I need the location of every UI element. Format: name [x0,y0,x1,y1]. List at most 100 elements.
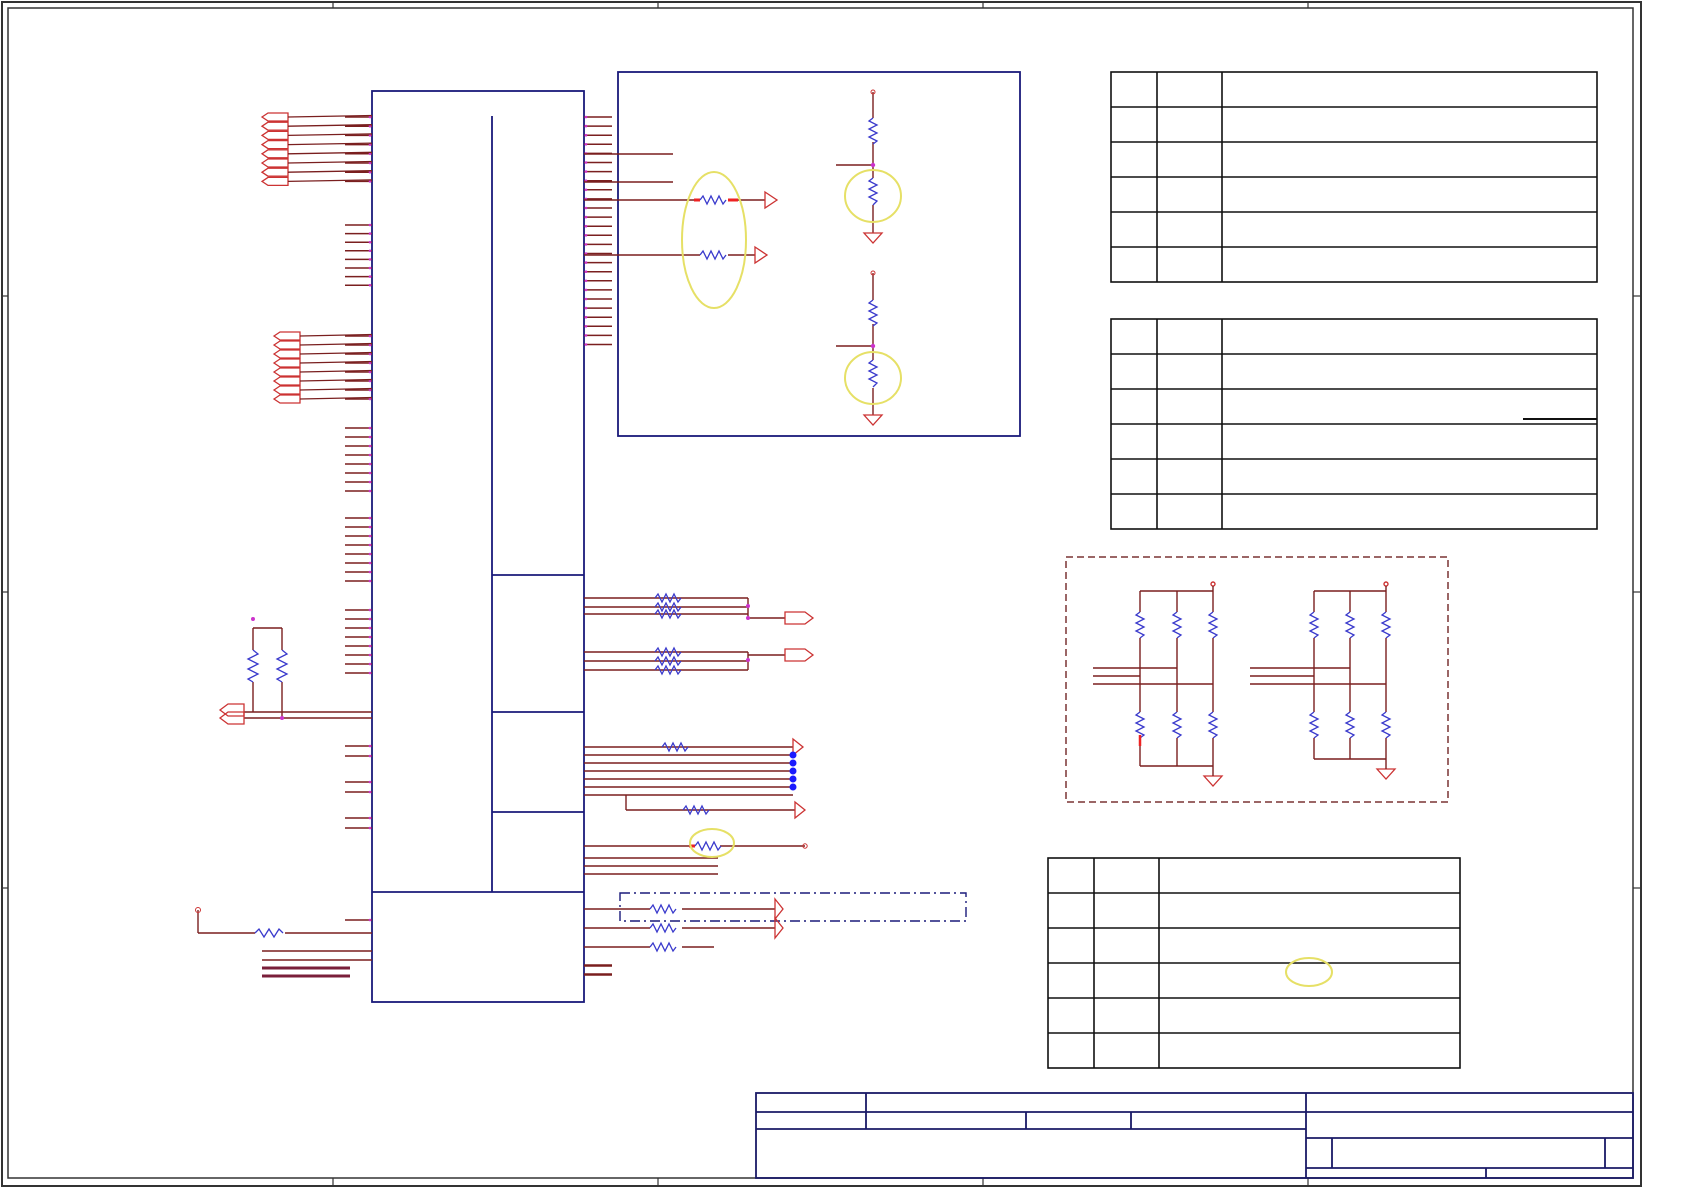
pin-dot [368,471,372,475]
bottom-signal-nets [584,892,967,975]
resistor-network-box [1065,556,1449,803]
offpage-connector [260,139,289,150]
pin-dot [368,534,372,538]
offpage-connector [260,158,289,168]
pin-dot [584,115,588,119]
pin-dot [584,170,588,173]
resistor [1308,711,1320,739]
resistor [1171,711,1183,739]
pin-dot [368,543,372,547]
pin-dot [584,124,588,128]
pin-dot [368,266,372,270]
offpage-connector [272,331,301,341]
offpage-connector [272,358,301,368]
bus-junction-net [584,737,808,875]
pin-dot [368,283,372,287]
pin-dot [584,334,588,337]
pin-dot [584,143,588,146]
ground-symbol [1202,775,1224,787]
sheet-border [1,1,1642,1187]
left-resistor-pair [218,617,372,725]
pin-dot [584,325,588,328]
pin-dot [368,249,372,253]
offpage-connector [272,394,301,404]
pin-dot [584,188,588,192]
pin-dot [368,489,372,493]
pin-dot [584,206,588,210]
bottom-left-input-net [195,907,372,978]
resistor [1344,611,1356,639]
series-resistor-nets [584,592,815,676]
resistor [1344,711,1356,739]
schematic-sheet [1,1,1642,1187]
pin-dot [368,525,372,529]
pin-dot [368,453,372,457]
main-ic-symbol [371,90,585,1003]
pin-dot [368,790,372,794]
pin-dot [368,444,372,448]
pin-dot [368,826,372,830]
pin-dot [368,258,372,261]
pin-dot [368,462,372,466]
pin-dot [584,279,588,283]
pin-dot [368,754,372,758]
pin-dot [368,570,372,574]
pin-dot [584,288,588,292]
pin-dot [368,579,372,583]
pin-dot [584,343,588,346]
pin-dot [368,561,372,565]
title-block [755,1092,1634,1179]
resistor [1380,711,1392,739]
pin-dot [584,243,588,246]
pin-dot [368,662,372,666]
resistor [1207,711,1219,739]
offpage-connector [260,121,289,131]
resistor [1171,611,1183,639]
revision-tables [1047,71,1598,1069]
offpage-connector [260,167,289,177]
pin-dot [584,297,588,301]
pin-dot [368,223,372,227]
pin-dot [368,653,372,657]
pin-dot [368,918,372,922]
offpage-connectors-group-1 [260,112,373,187]
pin-dot [368,480,372,484]
pin-dot [368,671,372,675]
pin-dot [584,315,588,319]
pin-dot [368,435,372,439]
pin-dot [584,270,588,274]
pin-dot [584,224,588,228]
resistor [1134,711,1146,739]
pullup-resistor-box [584,71,1021,437]
pin-dot [1383,581,1389,587]
pin-dot [368,240,372,244]
pin-dot [584,234,588,237]
pin-dot [584,306,588,310]
pin-dot [368,744,372,748]
pin-dot [368,644,372,648]
ic-left-pins [345,115,372,922]
offpage-connector [260,112,289,122]
pin-dot [584,215,588,219]
offpage-connector [272,376,301,386]
offpage-connector [272,367,301,377]
offpage-connectors-group-2 [272,331,373,404]
pin-dot [368,552,372,556]
pin-dot [584,261,588,264]
offpage-connector [272,349,301,359]
ground-symbol [1375,768,1397,780]
resistor [1134,611,1146,639]
offpage-connector [260,149,289,159]
offpage-connector [272,340,301,350]
pin-dot [368,516,372,520]
offpage-connector [260,130,289,141]
pin-dot [368,635,372,639]
pin-dot [584,161,588,164]
resistor [1380,611,1392,639]
pin-dot [368,780,372,784]
pin-dot [368,426,372,430]
pin-dot [368,816,372,820]
pin-dot [584,133,588,137]
pin-dot [368,275,372,278]
pin-dot [368,626,372,630]
